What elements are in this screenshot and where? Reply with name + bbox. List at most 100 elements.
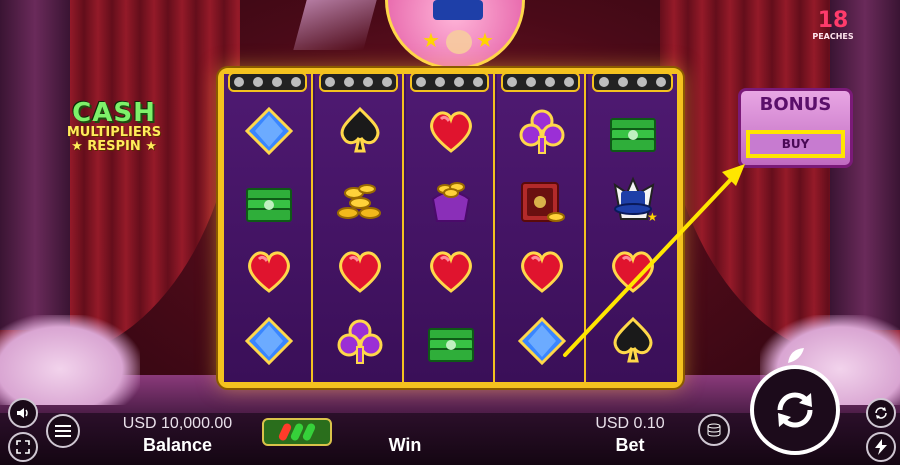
pepper-meter — [262, 418, 332, 446]
coin-stack-icon[interactable] — [698, 414, 730, 446]
bet-label: Bet — [615, 435, 645, 455]
menu-icon[interactable] — [46, 414, 80, 448]
purple-club-icon — [519, 109, 564, 154]
reel-header-lights — [319, 72, 398, 92]
star-icon: ★ — [476, 28, 494, 52]
reel-cell — [315, 236, 404, 306]
star-icon: ★ — [422, 28, 440, 52]
light-bulb-icon — [563, 77, 574, 87]
light-bulb-icon — [416, 77, 427, 87]
blue-diamond-icon — [244, 106, 293, 156]
red-heart-icon — [338, 251, 381, 293]
light-bulb-icon — [435, 77, 446, 87]
red-heart-icon — [520, 251, 563, 293]
reel-header-lights — [501, 72, 580, 92]
blue-diamond-icon — [517, 316, 566, 366]
light-bulb-icon — [598, 77, 609, 87]
fullscreen-icon[interactable] — [8, 432, 38, 462]
bonus-buy-button[interactable]: BUY — [746, 130, 845, 158]
feature-logo-line3-text: RESPIN — [87, 139, 141, 154]
reel-header-lights — [410, 72, 489, 92]
red-heart-icon — [429, 251, 472, 293]
reel-4 — [497, 72, 586, 382]
reel-cell — [224, 306, 313, 376]
reel-header-lights — [228, 72, 307, 92]
reel-cell — [497, 96, 586, 166]
reel-cell — [406, 236, 495, 306]
light-bulb-icon — [271, 77, 282, 87]
cloud-left — [0, 315, 140, 405]
pepper-icon — [289, 422, 305, 442]
reel-cell — [224, 96, 313, 166]
black-spade-icon — [613, 316, 652, 363]
reel-cell — [315, 306, 404, 376]
spin-arrows-icon — [777, 392, 813, 428]
reel-cell — [406, 96, 495, 166]
reel-cell — [224, 236, 313, 306]
light-bulb-icon — [617, 77, 628, 87]
light-bulb-icon — [253, 77, 264, 87]
light-bulb-icon — [544, 77, 555, 87]
reel-cell — [497, 236, 586, 306]
light-bulb-icon — [656, 77, 667, 87]
light-bulb-icon — [637, 77, 648, 87]
cash-stack-icon — [245, 188, 292, 222]
reel-cell — [588, 306, 677, 376]
reel-cell — [406, 166, 495, 236]
light-bulb-icon — [507, 77, 518, 87]
spin-button[interactable] — [750, 365, 840, 455]
win-label: Win — [388, 435, 422, 455]
gold-coins-icon — [336, 184, 381, 219]
peach-leaf-icon — [788, 348, 804, 363]
spotlight — [293, 0, 377, 50]
mascot-hat — [433, 0, 483, 20]
light-bulb-icon — [472, 77, 483, 87]
feature-logo-line3: ★ RESPIN ★ — [71, 139, 157, 154]
cash-stack-icon — [609, 118, 656, 152]
coin-purse-icon — [431, 182, 470, 222]
red-heart-icon — [247, 251, 290, 293]
light-bulb-icon — [362, 77, 373, 87]
brand-name: PEACHES — [812, 32, 854, 41]
reel-1 — [224, 72, 313, 382]
light-bulb-icon — [325, 77, 336, 87]
reel-3 — [406, 72, 495, 382]
light-bulb-icon — [453, 77, 464, 87]
autoplay-icon[interactable] — [866, 398, 896, 428]
mascot-face — [446, 30, 472, 54]
red-heart-icon — [429, 111, 472, 153]
reel-header-lights — [592, 72, 673, 92]
reel-5: ★ — [588, 72, 677, 382]
light-bulb-icon — [344, 77, 355, 87]
reel-cell — [406, 306, 495, 376]
reel-cell — [497, 306, 586, 376]
light-bulb-icon — [526, 77, 537, 87]
reel-cell — [315, 166, 404, 236]
reel-2 — [315, 72, 404, 382]
bonus-title: BONUS — [759, 94, 832, 115]
bet-value: USD 0.10 — [595, 415, 665, 432]
reel-cell: ★ — [588, 166, 677, 236]
cash-stack-icon — [427, 328, 474, 362]
reel-cell — [588, 96, 677, 166]
brand-logo: 18 PEACHES — [808, 8, 858, 42]
balance-label: Balance — [142, 435, 213, 455]
magic-hat-icon: ★ — [613, 176, 658, 224]
pillar-left — [0, 0, 70, 330]
balance-value: USD 10,000.00 — [122, 415, 233, 432]
feature-logo-line1: CASH — [72, 98, 156, 128]
purple-club-icon — [337, 319, 382, 364]
reel-cell — [315, 96, 404, 166]
speaker-icon[interactable] — [8, 398, 38, 428]
red-heart-icon — [611, 251, 654, 293]
feature-logo: CASH MULTIPLIERS ★ RESPIN ★ — [44, 100, 184, 164]
brand-number: 18 — [817, 8, 849, 33]
reel-cell — [224, 166, 313, 236]
pepper-icon — [301, 422, 317, 442]
blue-diamond-icon — [244, 316, 293, 366]
reel-grid: ★ — [218, 68, 683, 388]
lightning-icon[interactable] — [866, 432, 896, 462]
reel-cell — [497, 166, 586, 236]
svg-text:★: ★ — [647, 210, 658, 224]
feature-logo-line2: MULTIPLIERS — [66, 125, 162, 140]
